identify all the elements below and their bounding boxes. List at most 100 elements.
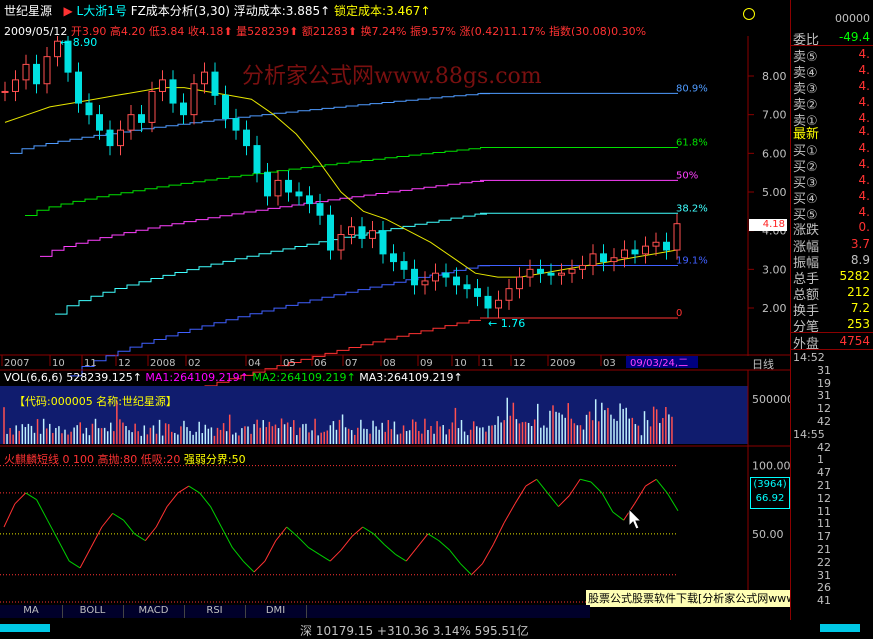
tab-ma[interactable]: MA (0, 605, 63, 618)
x-tick-label-8: 06 (314, 358, 327, 369)
osc-seg-14 (144, 526, 157, 541)
x-tick-label-7: 05 (283, 358, 296, 369)
candle-body-29 (306, 195, 313, 205)
buy-price-2: 4. (858, 157, 870, 171)
osc-seg-38 (405, 547, 418, 562)
ad-banner[interactable]: 股票公式股票软件下载[分析家公式网www.88gs.com (586, 590, 792, 607)
osc-seg-36 (384, 544, 396, 555)
osc-low-label: 低吸:20 (140, 453, 181, 466)
sell-price-1: 4. (858, 111, 870, 125)
stock-name[interactable]: 世纪星源 (4, 4, 52, 18)
tick-num-1: 31 (817, 363, 831, 377)
tick-num-19: 41 (817, 594, 831, 608)
weibi-value: -49.4 (838, 30, 870, 44)
x-tick-label-14: 12 (513, 358, 526, 369)
osc-seg-44 (471, 563, 483, 576)
tick-num-7: 42 (817, 440, 831, 454)
osc-y-tick-0: 100.00 (752, 460, 790, 473)
header-row-1: 世纪星源 ▶ L大浙1号 FZ成本分析(3,30) 浮动成本:3.885↑ 锁定… (4, 4, 431, 18)
tick-time-0: 14:52 (793, 351, 825, 364)
tick-num-5: 42 (817, 415, 831, 428)
osc-seg-40 (427, 533, 440, 542)
candle-body-19 (201, 71, 208, 85)
tab-boll[interactable]: BOLL (62, 605, 124, 618)
x-tick-label-1: 10 (52, 358, 65, 369)
candle-body-27 (285, 179, 292, 193)
main-chart-area[interactable]: 80.9% 61.8% 50% 38.2% 19.1% 0 8.00 7.00 6.00 5.00… (0, 36, 790, 618)
x-tick-label-15: 2009 (550, 358, 575, 369)
osc-seg-2 (14, 492, 27, 505)
tab-dmi[interactable]: DMI (245, 605, 307, 618)
osc-seg-25 (264, 540, 277, 562)
vol-ma3: MA3:264109.219 (359, 371, 454, 384)
osc-divide-label: 强弱分界:50 (183, 453, 246, 466)
price-high-label: ← 8.90 (60, 36, 98, 49)
osc-seg-46 (492, 522, 505, 545)
candle-body-41 (432, 272, 439, 282)
fenbi-value: 253 (847, 317, 870, 331)
candle-body-61 (642, 245, 649, 255)
osc-box-value2: 66.92 (755, 493, 785, 504)
candle-body-39 (411, 268, 418, 286)
tick-num-17: 31 (817, 568, 831, 582)
fz-label: FZ成本分析 (130, 4, 194, 18)
y-tick-label-5: 3.00 (762, 263, 787, 276)
y-tick-label-3: 5.00 (762, 186, 787, 199)
y-tick-label-0: 8.00 (762, 70, 787, 83)
osc-seg-57 (612, 511, 624, 521)
fib-label-4: 19.1% (676, 255, 708, 266)
period-label[interactable]: 日线 (752, 356, 774, 372)
lock-cost-label: 锁定成本: (334, 4, 387, 18)
osc-seg-37 (395, 553, 407, 562)
osc-seg-8 (79, 547, 92, 569)
candle-body-50 (526, 268, 534, 278)
osc-seg-13 (134, 533, 146, 542)
candle-body-62 (652, 241, 660, 247)
status-index-text: 深 10179.15 +310.36 3.14% 595.51亿 (300, 624, 529, 638)
sell-price-3: 4. (858, 79, 870, 93)
candle-body-59 (621, 249, 628, 259)
osc-seg-4 (36, 499, 48, 521)
change-value-rp: 0. (858, 220, 870, 234)
amp-value: 8.9 (850, 253, 870, 267)
candle-body-42 (442, 272, 450, 278)
buy-price-1: 4. (858, 141, 870, 155)
osc-seg-10 (101, 513, 114, 528)
candle-body-12 (127, 114, 135, 131)
oscillator-panel: 100.00 50.00 (0, 446, 790, 603)
mouse-cursor-icon (628, 508, 642, 530)
osc-value-box: (3964) 66.92 (750, 477, 790, 509)
candle-body-49 (516, 276, 523, 290)
osc-seg-21 (220, 526, 233, 548)
status-right-bar (820, 624, 860, 632)
buy-price-3: 4. (858, 173, 870, 187)
indicator-tabs: MA BOLL MACD RSI DMI (0, 605, 590, 618)
osc-title: 火麒麟短线 (4, 453, 59, 466)
fz-params: (3,30) (193, 4, 230, 18)
candle-body-31 (327, 214, 334, 251)
oscillator-header: 火麒麟短线 0 100 高抛:80 低吸:20 强弱分界:50 (4, 451, 246, 467)
y-tick-label-1: 7.00 (762, 109, 787, 122)
vol-title: VOL(6,6,6) (4, 371, 63, 384)
candle-body-0 (1, 90, 9, 93)
settings-gear-icon[interactable] (743, 8, 755, 20)
osc-seg-47 (503, 503, 516, 524)
candle-body-18 (190, 83, 198, 116)
candle-body-11 (117, 129, 124, 147)
x-tick-label-16: 03 (603, 358, 616, 369)
candle-body-13 (138, 114, 145, 123)
fib-label-2: 50% (676, 170, 698, 181)
buy-price-4: 4. (858, 189, 870, 203)
candle-body-8 (85, 102, 93, 116)
vol-ma1: MA1:264109.219 (145, 371, 240, 384)
candle-body-48 (505, 288, 513, 301)
status-left-bar (0, 624, 50, 632)
sell-price-4: 4. (858, 63, 870, 77)
tab-rsi[interactable]: RSI (184, 605, 246, 618)
candle-body-24 (253, 145, 261, 174)
outer-value: 4754 (839, 334, 870, 348)
tick-num-10: 21 (817, 479, 831, 492)
osc-seg-19 (199, 492, 211, 507)
indicator-name[interactable]: L大浙1号 (77, 4, 127, 18)
tab-macd[interactable]: MACD (123, 605, 185, 618)
